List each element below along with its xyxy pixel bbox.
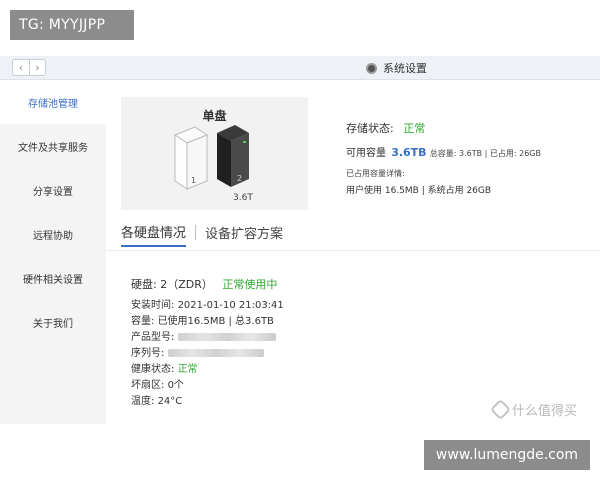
install-time-label: 安装时间: xyxy=(131,300,175,311)
window-title: 系统设置 xyxy=(383,62,427,75)
sidebar-item-file-sharing[interactable]: 文件及共享服务 xyxy=(0,124,106,168)
health-label: 健康状态: xyxy=(131,364,175,375)
tab-separator xyxy=(195,225,197,240)
temperature-value: 24°C xyxy=(157,396,183,407)
storage-status-value: 正常 xyxy=(403,122,426,135)
tab-bar: 各硬盘情况 设备扩容方案 xyxy=(121,222,283,247)
health-row: 健康状态: 正常 xyxy=(131,362,284,378)
capacity-value: 已使用16.5MB | 总3.6TB xyxy=(157,316,274,327)
bad-sector-value: 0个 xyxy=(167,380,184,391)
health-value: 正常 xyxy=(177,364,198,375)
site-logo-icon xyxy=(489,398,512,421)
serial-label: 序列号: xyxy=(131,348,165,359)
nav-buttons: ‹ › xyxy=(12,59,46,76)
site-watermark-text: 什么值得买 xyxy=(512,404,578,419)
temperature-row: 温度: 24°C xyxy=(131,394,284,410)
serial-row: 序列号: xyxy=(131,346,284,362)
used-detail-label: 已占用容量详情: xyxy=(346,169,405,178)
window-title-group: 系统设置 xyxy=(366,60,427,76)
settings-gear-icon xyxy=(366,62,377,74)
available-capacity-value: 3.6TB xyxy=(391,146,427,159)
bottom-watermark-badge: www.lumengde.com xyxy=(424,440,590,470)
title-bar: ‹ › 系统设置 xyxy=(0,56,600,80)
temperature-label: 温度: xyxy=(131,396,155,407)
tab-disk-status[interactable]: 各硬盘情况 xyxy=(121,222,187,247)
disk-title: 硬盘: 2（ZDR） xyxy=(131,278,213,291)
capacity-label: 容量: xyxy=(131,316,155,327)
drive-mode-title: 单盘 xyxy=(202,109,227,123)
bad-sector-label: 坏扇区: xyxy=(131,380,165,391)
disk-detail: 硬盘: 2（ZDR） 正常使用中 安装时间: 2021-01-10 21:03:… xyxy=(131,276,284,410)
forward-button[interactable]: › xyxy=(29,60,45,75)
back-button[interactable]: ‹ xyxy=(13,60,29,75)
model-label: 产品型号: xyxy=(131,332,175,343)
sidebar-item-about[interactable]: 关于我们 xyxy=(0,300,106,344)
disk-status: 正常使用中 xyxy=(222,278,278,291)
top-watermark-badge: TG: MYYJJPP xyxy=(10,10,134,40)
serial-redacted xyxy=(167,349,264,357)
slot-1-label: 1 xyxy=(191,176,196,185)
sidebar-item-hardware[interactable]: 硬件相关设置 xyxy=(0,256,106,300)
model-redacted xyxy=(177,333,276,341)
slot-2-label: 2 xyxy=(237,174,242,183)
sidebar: 存储池管理 文件及共享服务 分享设置 远程协助 硬件相关设置 关于我们 xyxy=(0,80,106,424)
tab-divider xyxy=(106,250,600,251)
install-time-value: 2021-01-10 21:03:41 xyxy=(177,300,284,311)
sidebar-item-share-settings[interactable]: 分享设置 xyxy=(0,168,106,212)
drive-card: 单盘 1 2 3.6T xyxy=(121,97,308,210)
available-capacity-label: 可用容量 xyxy=(346,148,386,159)
install-time-row: 安装时间: 2021-01-10 21:03:41 xyxy=(131,298,284,314)
capacity-row: 容量: 已使用16.5MB | 总3.6TB xyxy=(131,314,284,330)
storage-status-block: 存储状态: 正常 可用容量 3.6TB 总容量: 3.6TB | 已占用: 26… xyxy=(346,120,541,196)
tab-expansion-plan[interactable]: 设备扩容方案 xyxy=(205,223,283,246)
total-used-capacity: 总容量: 3.6TB | 已占用: 26GB xyxy=(429,149,541,158)
drive-capacity-label: 3.6T xyxy=(233,193,253,203)
used-detail-value: 用户使用 16.5MB | 系统占用 26GB xyxy=(346,186,492,196)
site-watermark: 什么值得买 xyxy=(489,398,578,421)
model-row: 产品型号: xyxy=(131,330,284,346)
storage-status-label: 存储状态: xyxy=(346,122,394,135)
settings-window: ‹ › 系统设置 存储池管理 文件及共享服务 分享设置 远程协助 硬件相关设置 … xyxy=(0,56,600,424)
sidebar-item-storage-pool[interactable]: 存储池管理 xyxy=(0,80,106,124)
sidebar-item-remote-assist[interactable]: 远程协助 xyxy=(0,212,106,256)
drive-bays-icon: 1 2 xyxy=(173,125,249,190)
bad-sector-row: 坏扇区: 0个 xyxy=(131,378,284,394)
